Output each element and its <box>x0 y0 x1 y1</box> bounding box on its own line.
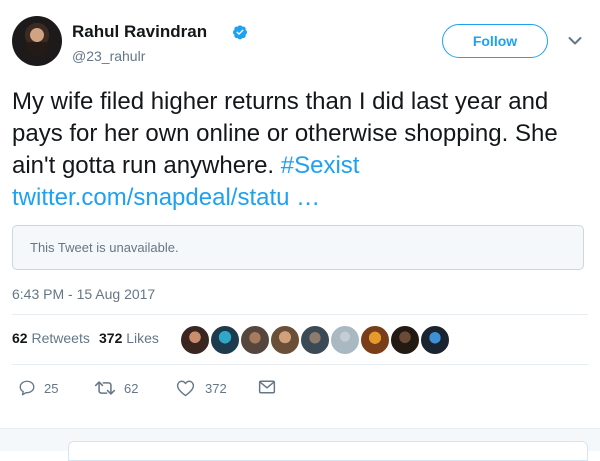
tweet-timestamp[interactable]: 6:43 PM - 15 Aug 2017 <box>12 286 155 302</box>
reply-count: 25 <box>44 381 59 396</box>
likes-count: 372 <box>99 330 123 346</box>
quote-unavailable-text: This Tweet is unavailable. <box>30 240 179 255</box>
status-link[interactable]: twitter.com/snapdeal/statu … <box>12 184 320 211</box>
likes-stat[interactable]: 372 Likes <box>99 330 159 346</box>
tweet-header: Rahul Ravindran @23_rahulr Follow <box>12 14 588 68</box>
liker-avatar[interactable] <box>180 325 210 355</box>
divider <box>12 364 588 365</box>
divider <box>12 314 588 315</box>
like-count: 372 <box>205 381 227 396</box>
tweet-actions: 25 62 372 <box>12 376 312 402</box>
avatar[interactable] <box>12 16 62 66</box>
like-button[interactable]: 372 <box>176 376 246 402</box>
reply-area <box>0 428 600 461</box>
retweets-label: Retweets <box>31 330 90 346</box>
quoted-tweet-card[interactable]: This Tweet is unavailable. <box>12 225 584 270</box>
tweet-text: My wife filed higher returns than I did … <box>12 86 584 214</box>
retweet-count: 62 <box>124 381 139 396</box>
follow-button[interactable]: Follow <box>442 24 548 58</box>
verified-badge-icon <box>233 25 247 40</box>
liker-avatar[interactable] <box>300 325 330 355</box>
reply-button[interactable]: 25 <box>18 376 68 402</box>
chevron-down-icon[interactable] <box>568 36 582 46</box>
liker-avatar[interactable] <box>360 325 390 355</box>
direct-message-button[interactable] <box>258 376 282 402</box>
likes-label: Likes <box>126 330 159 346</box>
liker-avatar[interactable] <box>240 325 270 355</box>
hashtag-link[interactable]: #Sexist <box>281 152 360 179</box>
display-name[interactable]: Rahul Ravindran <box>72 22 207 42</box>
reply-icon <box>19 380 35 396</box>
retweets-count: 62 <box>12 330 28 346</box>
liker-avatar[interactable] <box>270 325 300 355</box>
liker-avatar[interactable] <box>420 325 450 355</box>
retweets-stat[interactable]: 62 Retweets <box>12 330 90 346</box>
reply-composer[interactable] <box>68 441 588 461</box>
user-handle[interactable]: @23_rahulr <box>72 48 145 64</box>
retweet-button[interactable]: 62 <box>94 376 154 402</box>
liker-avatar[interactable] <box>390 325 420 355</box>
retweet-icon <box>94 381 116 395</box>
like-icon <box>176 380 195 397</box>
liker-avatar[interactable] <box>210 325 240 355</box>
liker-avatar[interactable] <box>330 325 360 355</box>
message-icon <box>258 380 276 394</box>
